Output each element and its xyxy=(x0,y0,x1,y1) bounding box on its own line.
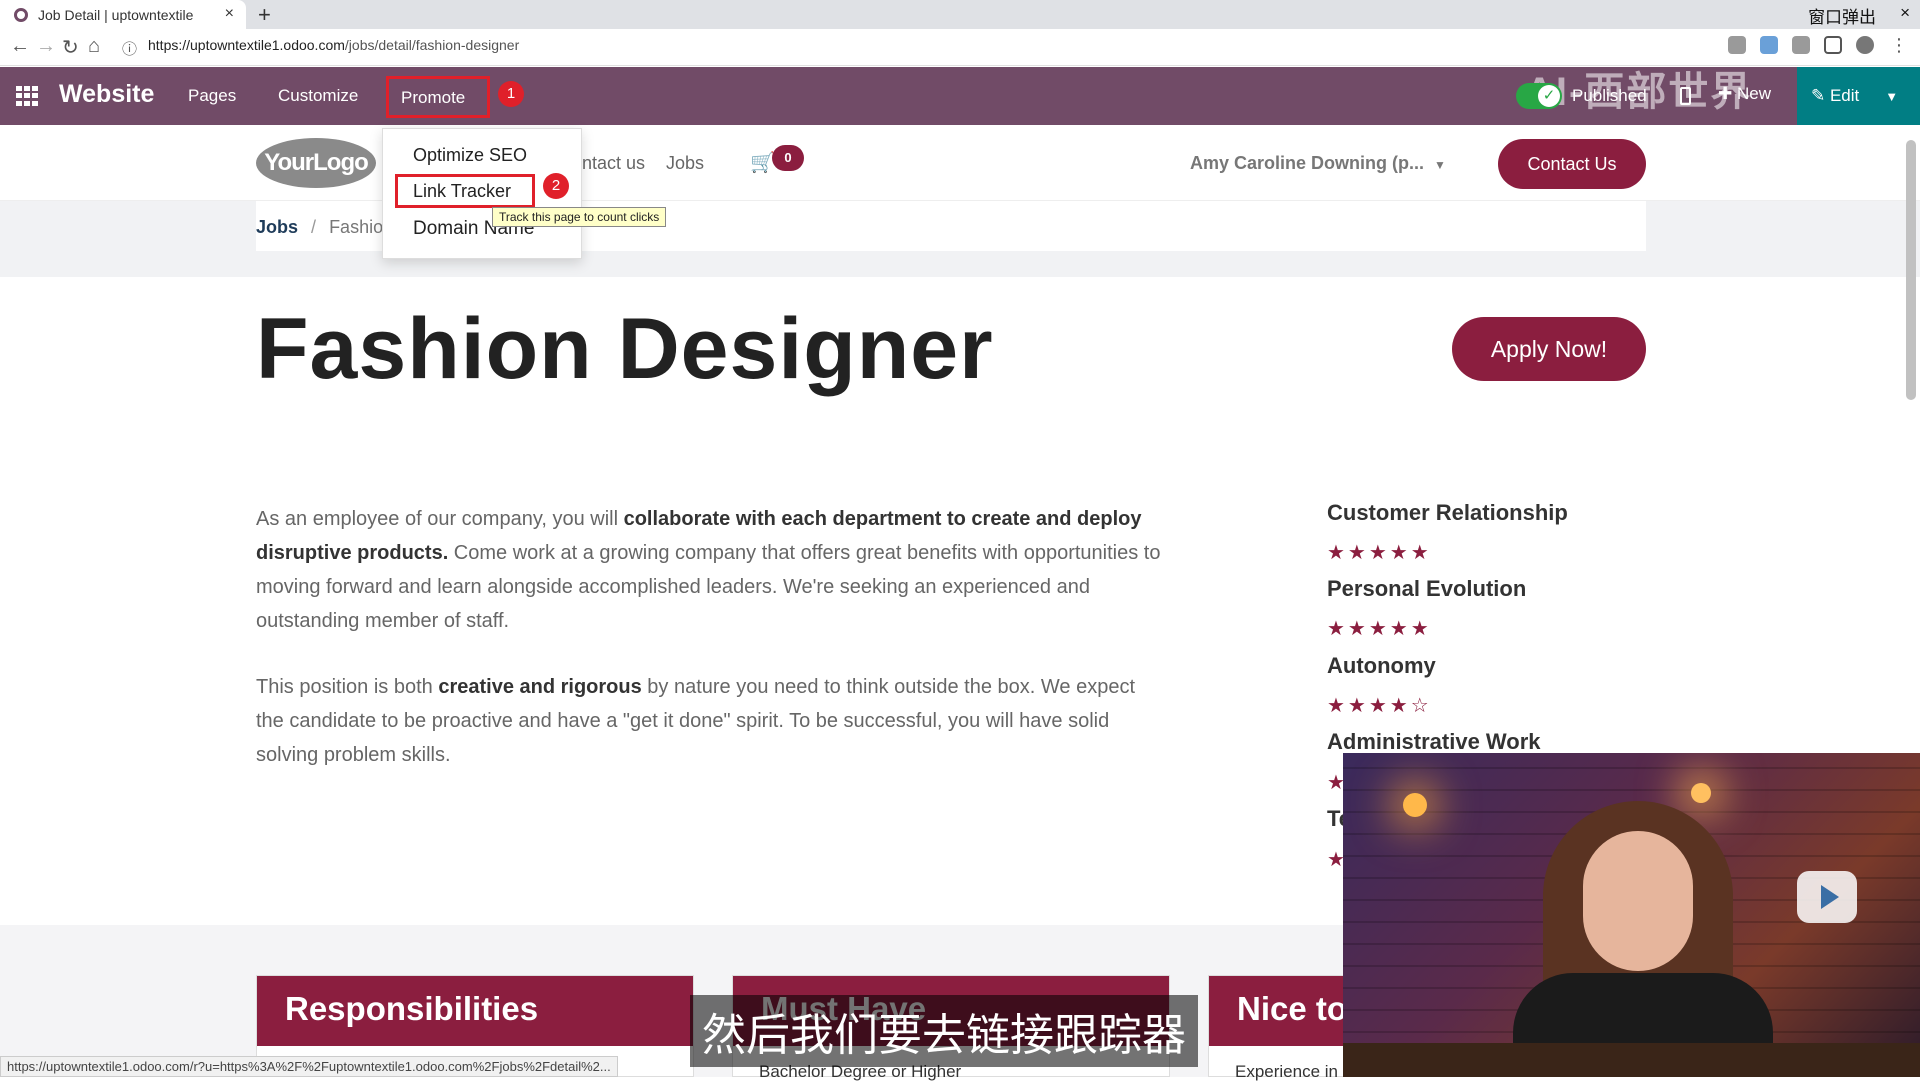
cart-icon[interactable]: 🛒 xyxy=(750,150,775,175)
step-badge-2: 2 xyxy=(543,173,569,199)
plus-icon: ✚ xyxy=(1718,84,1737,103)
puzzle-extension-icon[interactable] xyxy=(1792,36,1810,54)
site-header: YourLogo ntact us Jobs 🛒 0 Amy Caroline … xyxy=(0,125,1920,201)
skill-name: Autonomy xyxy=(1327,653,1436,678)
new-button[interactable]: ✚ New xyxy=(1718,84,1771,104)
page-title: Fashion Designer xyxy=(256,301,994,397)
tab-close-icon[interactable]: × xyxy=(225,5,234,23)
extension-icon[interactable] xyxy=(1728,36,1746,54)
lamp-light xyxy=(1691,783,1711,803)
page-scrollbar[interactable] xyxy=(1906,140,1916,400)
app-brand[interactable]: Website xyxy=(59,80,154,109)
caret-down-icon: ▼ xyxy=(1434,158,1446,172)
lamp-light xyxy=(1403,793,1427,817)
menu-item-link-tracker[interactable]: Link Tracker xyxy=(413,181,511,202)
skill-name: Personal Evolution xyxy=(1327,576,1527,601)
apply-now-button[interactable]: Apply Now! xyxy=(1452,317,1646,381)
odoo-favicon-icon xyxy=(14,7,28,22)
star-rating: ★★★★★ xyxy=(1327,542,1432,564)
tv-play-icon[interactable] xyxy=(1797,871,1857,923)
reload-icon[interactable]: ↻ xyxy=(62,35,79,60)
breadcrumb-band: Jobs / Fashion xyxy=(0,201,1920,277)
job-description-paragraph: This position is both creative and rigor… xyxy=(256,676,1136,766)
mobile-preview-icon[interactable] xyxy=(1680,87,1691,105)
skill-name: Administrative Work xyxy=(1327,729,1541,754)
breadcrumb-separator: / xyxy=(311,217,317,237)
menu-pages[interactable]: Pages xyxy=(188,86,236,106)
cart-count-badge: 0 xyxy=(772,145,804,171)
tab-title: Job Detail | uptowntextile xyxy=(38,6,194,23)
star-rating: ★★★★☆ xyxy=(1327,695,1432,717)
presenter-video-overlay[interactable] xyxy=(1343,753,1920,1077)
nav-contact-us[interactable]: ntact us xyxy=(582,153,645,174)
contact-us-button[interactable]: Contact Us xyxy=(1498,139,1646,189)
published-toggle[interactable]: ✓ xyxy=(1516,83,1562,109)
window-close-button[interactable]: × xyxy=(1900,3,1910,28)
window-popout-button[interactable]: 窗口弹出 xyxy=(1808,3,1876,28)
site-logo[interactable]: YourLogo xyxy=(256,138,376,188)
odoo-website-navbar: Website Pages Customize Promote 1 AI-西部世… xyxy=(0,67,1920,125)
profile-avatar[interactable] xyxy=(1856,36,1874,54)
check-icon: ✓ xyxy=(1538,85,1560,107)
star-rating: ★★★★★ xyxy=(1327,618,1432,640)
sidepanel-icon[interactable] xyxy=(1824,36,1842,54)
site-info-icon[interactable]: ⓘ xyxy=(122,38,137,59)
job-description-paragraph: As an employee of our company, you will … xyxy=(256,508,1161,632)
skill-name: Customer Relationship xyxy=(1327,500,1568,525)
browser-menu-icon[interactable]: ⋮ xyxy=(1890,35,1908,56)
menu-promote[interactable]: Promote xyxy=(386,76,490,118)
edit-button[interactable]: ✎ Edit ▼ xyxy=(1797,67,1920,125)
caret-down-icon[interactable]: ▼ xyxy=(1885,89,1898,104)
video-subtitle: 然后我们要去链接跟踪器 xyxy=(690,995,1198,1067)
menu-item-optimize-seo[interactable]: Optimize SEO xyxy=(413,145,527,166)
card-list-item: Experience in xyxy=(1235,1062,1339,1081)
forward-arrow-icon[interactable]: → xyxy=(36,35,56,58)
nav-jobs[interactable]: Jobs xyxy=(666,153,704,174)
apps-grid-icon[interactable] xyxy=(16,86,38,106)
new-tab-button[interactable]: + xyxy=(258,2,271,28)
breadcrumb-jobs-link[interactable]: Jobs xyxy=(256,217,298,237)
back-arrow-icon[interactable]: ← xyxy=(10,35,30,58)
card-title: Responsibilities xyxy=(257,976,693,1046)
published-label: Published xyxy=(1572,86,1647,105)
browser-tab-bar: Job Detail | uptowntextile × + 窗口弹出 × xyxy=(0,0,1920,29)
window-controls: 窗口弹出 × xyxy=(1808,3,1910,28)
menu-customize[interactable]: Customize xyxy=(278,86,358,106)
url-field[interactable]: https://uptowntextile1.odoo.com/jobs/det… xyxy=(148,37,519,53)
home-icon[interactable]: ⌂ xyxy=(88,35,100,58)
user-menu[interactable]: Amy Caroline Downing (p... ▼ xyxy=(1190,153,1446,174)
status-bar-url: https://uptowntextile1.odoo.com/r?u=http… xyxy=(0,1056,618,1077)
link-tracker-tooltip: Track this page to count clicks xyxy=(492,207,667,227)
browser-tab[interactable]: Job Detail | uptowntextile × xyxy=(0,0,246,29)
extension-icon[interactable] xyxy=(1760,36,1778,54)
pencil-icon: ✎ xyxy=(1811,86,1830,105)
step-badge-1: 1 xyxy=(498,81,524,107)
presenter-face xyxy=(1583,831,1693,971)
